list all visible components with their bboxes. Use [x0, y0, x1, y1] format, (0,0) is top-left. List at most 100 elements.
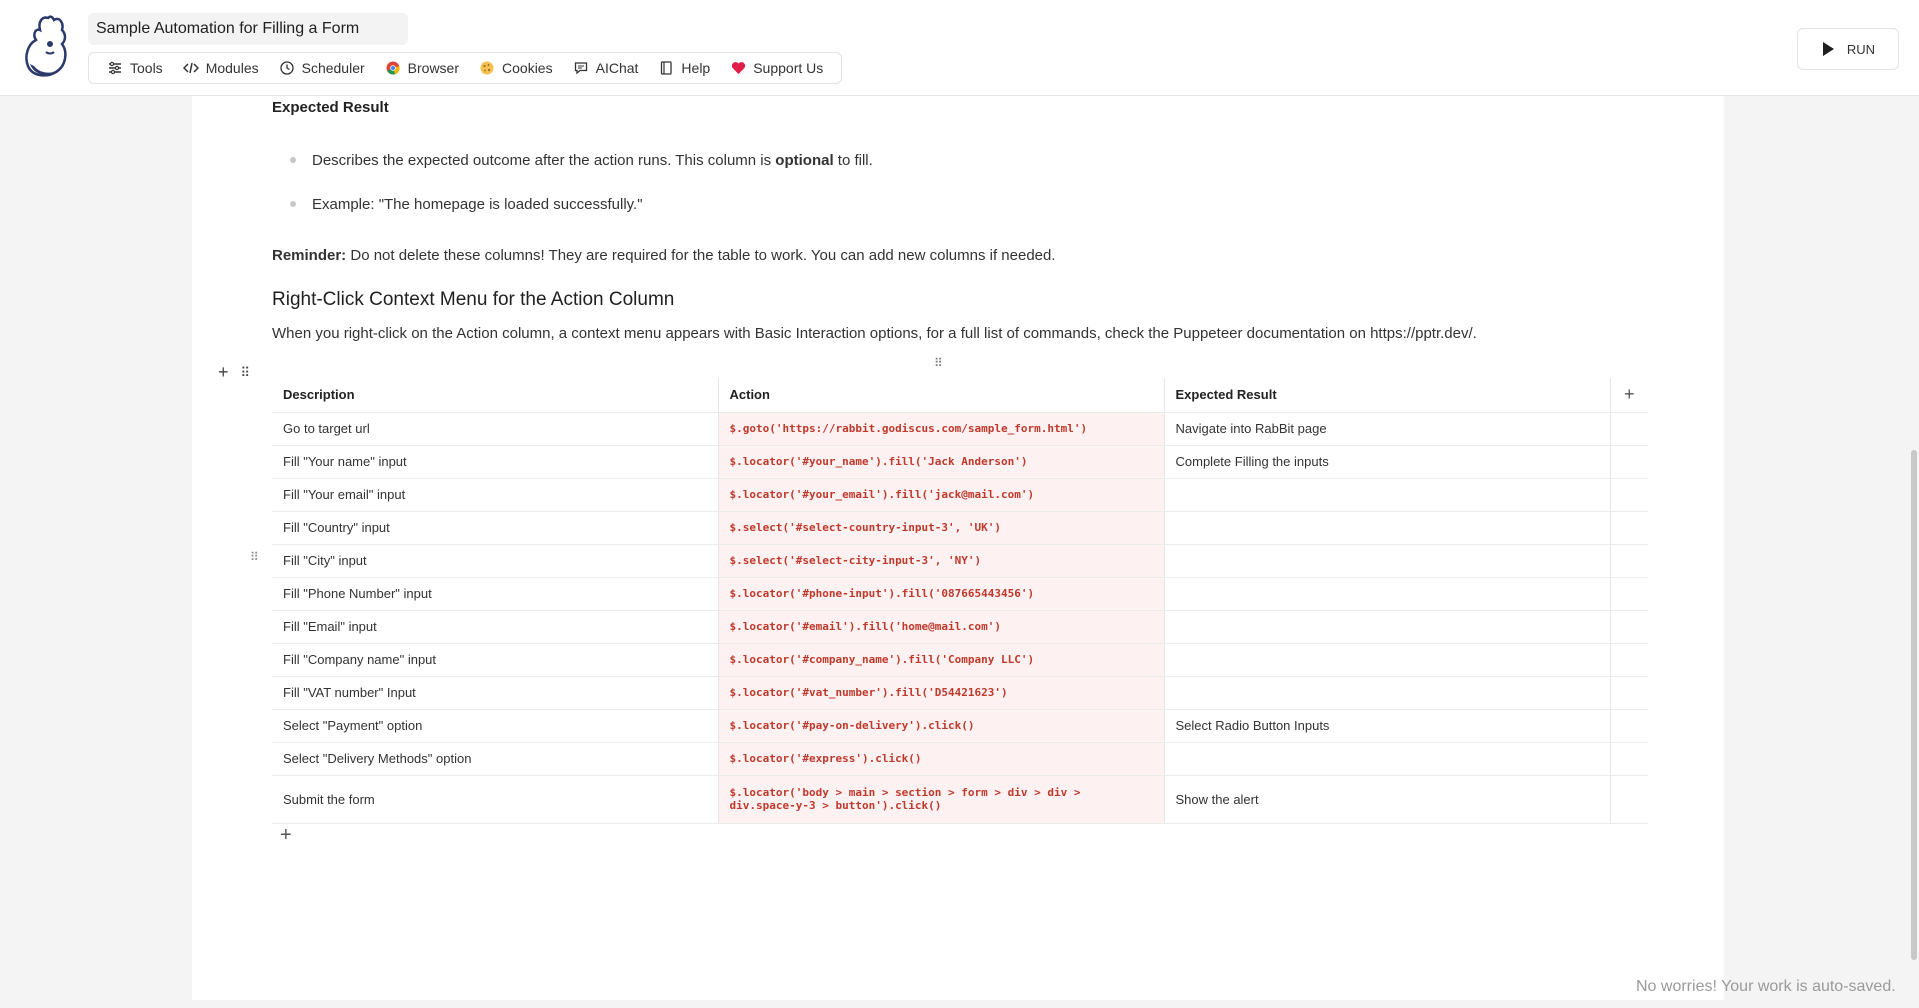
list-item: Example: "The homepage is loaded success… [290, 192, 873, 216]
table-row: Go to target url $.goto('https://rabbit.g… [272, 412, 1648, 446]
table-row: Fill "Country" input $.select('#select-co… [272, 511, 1648, 545]
expected-cell[interactable]: Select Radio Button Inputs [1164, 709, 1611, 743]
reminder-text: Reminder: Do not delete these columns! T… [272, 247, 1056, 264]
automation-title-input[interactable]: Sample Automation for Filling a Form [88, 13, 408, 45]
chrome-icon [385, 60, 401, 76]
table-row: Fill "Email" input $.locator('#email').fi… [272, 610, 1648, 644]
expected-cell[interactable] [1164, 544, 1611, 578]
empty-cell [1610, 544, 1648, 578]
table-row: Fill "Your email" input $.locator('#your_… [272, 478, 1648, 512]
empty-cell [1610, 478, 1648, 512]
description-cell[interactable]: Fill "VAT number" Input [272, 676, 719, 710]
bullet-text: Example: "The homepage is loaded success… [312, 195, 643, 213]
expected-cell[interactable]: Complete Filling the inputs [1164, 445, 1611, 479]
description-cell[interactable]: Fill "Your name" input [272, 445, 719, 479]
header-action: Action [718, 378, 1165, 413]
toolbar-browser-button[interactable]: Browser [375, 53, 469, 83]
actions-table: Description Action Expected Result + Go … [272, 378, 1648, 824]
cookie-icon [479, 60, 495, 76]
action-cell[interactable]: $.goto('https://rabbit.godiscus.com/samp… [718, 412, 1165, 446]
play-icon [1821, 41, 1835, 57]
empty-cell [1610, 610, 1648, 644]
clock-icon [279, 60, 295, 76]
action-cell[interactable]: $.select('#select-city-input-3', 'NY') [718, 544, 1165, 578]
expected-cell[interactable]: Show the alert [1164, 775, 1611, 824]
heart-icon [730, 60, 746, 76]
automation-title: Sample Automation for Filling a Form [96, 20, 360, 37]
expected-cell[interactable] [1164, 610, 1611, 644]
table-header-row: Description Action Expected Result + [272, 378, 1648, 413]
header-description: Description [272, 378, 719, 413]
toolbar-help-button[interactable]: Help [648, 53, 720, 83]
action-cell[interactable]: $.locator('#pay-on-delivery').click() [718, 709, 1165, 743]
toolbar-aichat-button[interactable]: AIChat [563, 53, 649, 83]
description-cell[interactable]: Fill "Your email" input [272, 478, 719, 512]
action-cell[interactable]: $.locator('#company_name').fill('Company… [718, 643, 1165, 677]
action-cell[interactable]: $.locator('#your_name').fill('Jack Ander… [718, 445, 1165, 479]
vertical-scrollbar[interactable] [1911, 450, 1917, 960]
action-cell[interactable]: $.locator('#phone-input').fill('08766544… [718, 577, 1165, 611]
action-cell[interactable]: $.locator('#your_email').fill('jack@mail… [718, 478, 1165, 512]
description-cell[interactable]: Select "Payment" option [272, 709, 719, 743]
expected-cell[interactable] [1164, 577, 1611, 611]
list-item: Describes the expected outcome after the… [290, 148, 873, 172]
expected-cell[interactable] [1164, 511, 1611, 545]
add-column-button[interactable]: + [1610, 378, 1648, 413]
expected-cell[interactable] [1164, 742, 1611, 776]
table-row: Fill "Phone Number" input $.locator('#pho… [272, 577, 1648, 611]
description-cell[interactable]: Submit the form [272, 775, 719, 824]
expected-cell[interactable] [1164, 643, 1611, 677]
empty-cell [1610, 412, 1648, 446]
empty-cell [1610, 709, 1648, 743]
description-cell[interactable]: Fill "Email" input [272, 610, 719, 644]
description-cell[interactable]: Go to target url [272, 412, 719, 446]
toolbar-cookies-button[interactable]: Cookies [469, 53, 563, 83]
book-icon [658, 60, 674, 76]
action-cell[interactable]: $.locator('body > main > section > form … [718, 775, 1165, 824]
add-block-icon[interactable]: + [218, 362, 229, 383]
empty-cell [1610, 676, 1648, 710]
empty-cell [1610, 742, 1648, 776]
plus-icon: + [1623, 384, 1635, 405]
table-row: Fill "City" input $.select('#select-city-… [272, 544, 1648, 578]
description-cell[interactable]: Fill "City" input [272, 544, 719, 578]
expected-cell[interactable] [1164, 478, 1611, 512]
toolbar-modules-label: Modules [205, 60, 259, 76]
table-row: Fill "Your name" input $.locator('#your_n… [272, 445, 1648, 479]
table-row: Submit the form $.locator('body > main > … [272, 775, 1648, 824]
toolbar-modules-button[interactable]: Modules [173, 53, 269, 83]
column-drag-handle-icon[interactable]: ⠿ [934, 356, 943, 370]
expected-cell[interactable]: Navigate into RabBit page [1164, 412, 1611, 446]
toolbar-scheduler-label: Scheduler [301, 60, 365, 76]
header-expected-result: Expected Result [1164, 378, 1611, 413]
table-row: Select "Payment" option $.locator('#pay-o… [272, 709, 1648, 743]
autosave-status: No worries! Your work is auto-saved. [1636, 978, 1896, 995]
empty-cell [1610, 775, 1648, 824]
toolbar-help-label: Help [681, 60, 711, 76]
chat-icon [573, 60, 589, 76]
expected-cell[interactable] [1164, 676, 1611, 710]
row-drag-handle-icon[interactable]: ⠿ [250, 550, 259, 564]
add-row-button[interactable]: + [280, 824, 292, 847]
toolbar-tools-label: Tools [130, 60, 163, 76]
description-cell[interactable]: Fill "Company name" input [272, 643, 719, 677]
toolbar-scheduler-button[interactable]: Scheduler [269, 53, 375, 83]
context-menu-heading: Right-Click Context Menu for the Action … [272, 289, 675, 310]
empty-cell [1610, 445, 1648, 479]
action-cell[interactable]: $.select('#select-country-input-3', 'UK'… [718, 511, 1165, 545]
context-menu-paragraph: When you right-click on the Action colum… [272, 325, 1477, 342]
toolbar-cookies-label: Cookies [502, 60, 553, 76]
toolbar-tools-button[interactable]: Tools [97, 53, 173, 83]
run-button[interactable]: RUN [1797, 28, 1899, 70]
action-cell[interactable]: $.locator('#email').fill('home@mail.com'… [718, 610, 1165, 644]
empty-cell [1610, 577, 1648, 611]
action-cell[interactable]: $.locator('#vat_number').fill('D54421623… [718, 676, 1165, 710]
bullet-text: Describes the expected outcome after the… [312, 151, 873, 169]
description-cell[interactable]: Select "Delivery Methods" option [272, 742, 719, 776]
rabbit-logo-icon[interactable] [18, 14, 70, 80]
description-cell[interactable]: Fill "Phone Number" input [272, 577, 719, 611]
toolbar-support-button[interactable]: Support Us [720, 53, 833, 83]
action-cell[interactable]: $.locator('#express').click() [718, 742, 1165, 776]
description-cell[interactable]: Fill "Country" input [272, 511, 719, 545]
drag-handle-icon[interactable]: ⠿ [241, 365, 251, 381]
